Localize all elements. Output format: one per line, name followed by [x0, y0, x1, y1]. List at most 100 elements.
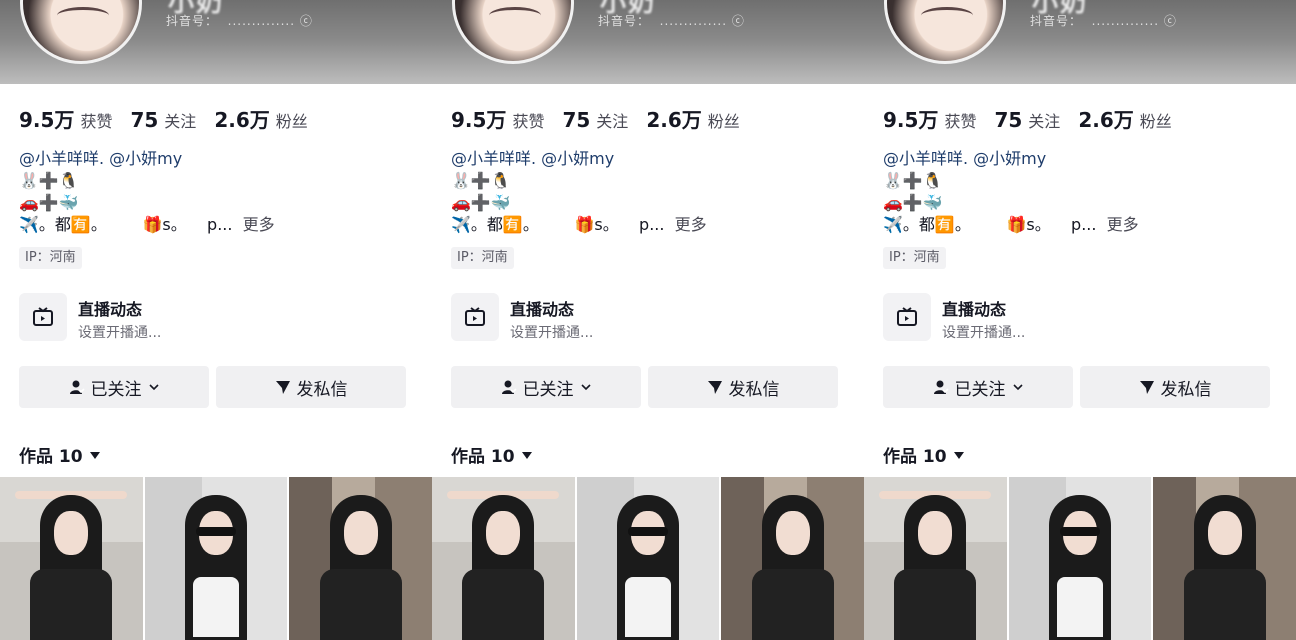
message-label: 发私信 [1160, 379, 1212, 400]
avatar[interactable] [20, 0, 142, 64]
douyin-id: 抖音号： .............. ⓒ [1030, 14, 1177, 28]
video-thumbnail[interactable] [1008, 477, 1152, 640]
video-thumbnail[interactable] [1153, 477, 1296, 640]
followed-button[interactable]: 已关注 [451, 366, 641, 408]
video-grid [432, 477, 864, 640]
stat-likes[interactable]: 9.5万 获赞 [883, 104, 976, 133]
stat-followers[interactable]: 2.6万 粉丝 [214, 104, 307, 133]
works-tab[interactable]: 作品 10 [19, 442, 101, 467]
bio-line: 🚗➕🐳 [19, 193, 79, 212]
more-link[interactable]: 更多 [675, 215, 707, 234]
photo-figure [343, 511, 378, 555]
works-tab[interactable]: 作品 10 [451, 442, 533, 467]
live-icon[interactable] [883, 293, 931, 341]
video-thumbnail[interactable] [289, 477, 432, 640]
stat-followers[interactable]: 2.6万 粉丝 [646, 104, 739, 133]
video-thumbnail[interactable] [432, 477, 575, 640]
bio-text: ✈️。都🈶。 🎁s。 p... [19, 215, 233, 234]
live-title[interactable]: 直播动态 [510, 296, 574, 320]
chevron-down-icon [148, 384, 159, 391]
photo-figure [486, 511, 521, 555]
message-label: 发私信 [728, 379, 780, 400]
more-link[interactable]: 更多 [1107, 215, 1139, 234]
live-icon[interactable] [19, 293, 67, 341]
bio-line: ✈️。都🈶。 🎁s。 p... 更多 [883, 214, 1139, 236]
bio-text: ✈️。都🈶。 🎁s。 p... [883, 215, 1097, 234]
avatar[interactable] [884, 0, 1006, 64]
photo-figure [462, 569, 545, 640]
live-title[interactable]: 直播动态 [78, 296, 142, 320]
works-tab[interactable]: 作品 10 [883, 442, 965, 467]
stat-followers[interactable]: 2.6万 粉丝 [1078, 104, 1171, 133]
chevron-down-icon [1012, 384, 1023, 391]
photo-figure [1060, 527, 1100, 536]
stats-row: 9.5万 获赞 75 关注 2.6万 粉丝 [451, 104, 740, 133]
message-button[interactable]: 发私信 [1080, 366, 1270, 408]
photo-figure [1183, 569, 1266, 640]
tv-icon [897, 307, 917, 326]
photo-figure [894, 569, 977, 640]
bio: @小羊咩咩. @小妍my 🐰➕🐧 🚗➕🐳 ✈️。都🈶。 🎁s。 p... 更多 [883, 148, 1139, 236]
message-label: 发私信 [296, 379, 348, 400]
caret-down-icon [89, 451, 100, 459]
photo-figure [775, 511, 810, 555]
photo-figure [196, 527, 236, 536]
video-grid [864, 477, 1296, 640]
bio-line: ✈️。都🈶。 🎁s。 p... 更多 [451, 214, 707, 236]
live-subtitle: 设置开播通... [942, 325, 1026, 341]
tv-icon [465, 307, 485, 326]
stat-likes[interactable]: 9.5万 获赞 [19, 104, 112, 133]
photo-figure [751, 569, 834, 640]
ip-location-tag: IP：河南 [883, 247, 946, 269]
bio-mentions[interactable]: @小羊咩咩. @小妍my [451, 148, 707, 170]
followed-button[interactable]: 已关注 [19, 366, 209, 408]
bio-mentions[interactable]: @小羊咩咩. @小妍my [19, 148, 275, 170]
photo-figure [54, 511, 89, 555]
profile-card: 9.5万 获赞 75 关注 2.6万 粉丝 @小羊咩咩. @小妍my 🐰➕🐧 🚗➕🐳 … [864, 84, 1296, 476]
caret-down-icon [521, 451, 532, 459]
bio: @小羊咩咩. @小妍my 🐰➕🐧 🚗➕🐳 ✈️。都🈶。 🎁s。 p... 更多 [19, 148, 275, 236]
video-thumbnail[interactable] [0, 477, 143, 640]
ip-location-tag: IP：河南 [19, 247, 82, 269]
screenshot-strip: 小奶 抖音号： .............. ⓒ 9.5万 获赞 75 关注 2.6… [0, 0, 1296, 640]
works-label: 作品 10 [19, 447, 83, 467]
profile-panel: 小奶 抖音号： .............. ⓒ 9.5万 获赞 75 关注 2.6… [432, 0, 864, 640]
photo-figure [1207, 511, 1242, 555]
more-link[interactable]: 更多 [243, 215, 275, 234]
ip-location-tag: IP：河南 [451, 247, 514, 269]
stat-following[interactable]: 75 关注 [130, 108, 196, 132]
stat-following[interactable]: 75 关注 [994, 108, 1060, 132]
video-thumbnail[interactable] [144, 477, 288, 640]
video-thumbnail[interactable] [864, 477, 1007, 640]
stats-row: 9.5万 获赞 75 关注 2.6万 粉丝 [883, 104, 1172, 133]
video-thumbnail[interactable] [576, 477, 720, 640]
send-icon [707, 381, 722, 394]
user-check-icon [69, 380, 85, 394]
bio-mentions[interactable]: @小羊咩咩. @小妍my [883, 148, 1139, 170]
live-subtitle: 设置开播通... [78, 325, 162, 341]
stat-following[interactable]: 75 关注 [562, 108, 628, 132]
message-button[interactable]: 发私信 [648, 366, 838, 408]
photo-figure [319, 569, 402, 640]
works-label: 作品 10 [451, 447, 515, 467]
send-icon [275, 381, 290, 394]
works-label: 作品 10 [883, 447, 947, 467]
bio-line: 🐰➕🐧 [19, 171, 79, 190]
followed-label: 已关注 [954, 379, 1006, 400]
stats-row: 9.5万 获赞 75 关注 2.6万 粉丝 [19, 104, 308, 133]
photo-figure [30, 569, 113, 640]
message-button[interactable]: 发私信 [216, 366, 406, 408]
video-thumbnail[interactable] [721, 477, 864, 640]
avatar[interactable] [452, 0, 574, 64]
photo-figure [1057, 577, 1103, 637]
stat-likes[interactable]: 9.5万 获赞 [451, 104, 544, 133]
followed-button[interactable]: 已关注 [883, 366, 1073, 408]
live-icon[interactable] [451, 293, 499, 341]
followed-label: 已关注 [522, 379, 574, 400]
bio-line: 🚗➕🐳 [451, 193, 511, 212]
live-title[interactable]: 直播动态 [942, 296, 1006, 320]
photo-figure [625, 577, 671, 637]
bio-line: 🐰➕🐧 [883, 171, 943, 190]
photo-figure [628, 527, 668, 536]
douyin-id: 抖音号： .............. ⓒ [598, 14, 745, 28]
